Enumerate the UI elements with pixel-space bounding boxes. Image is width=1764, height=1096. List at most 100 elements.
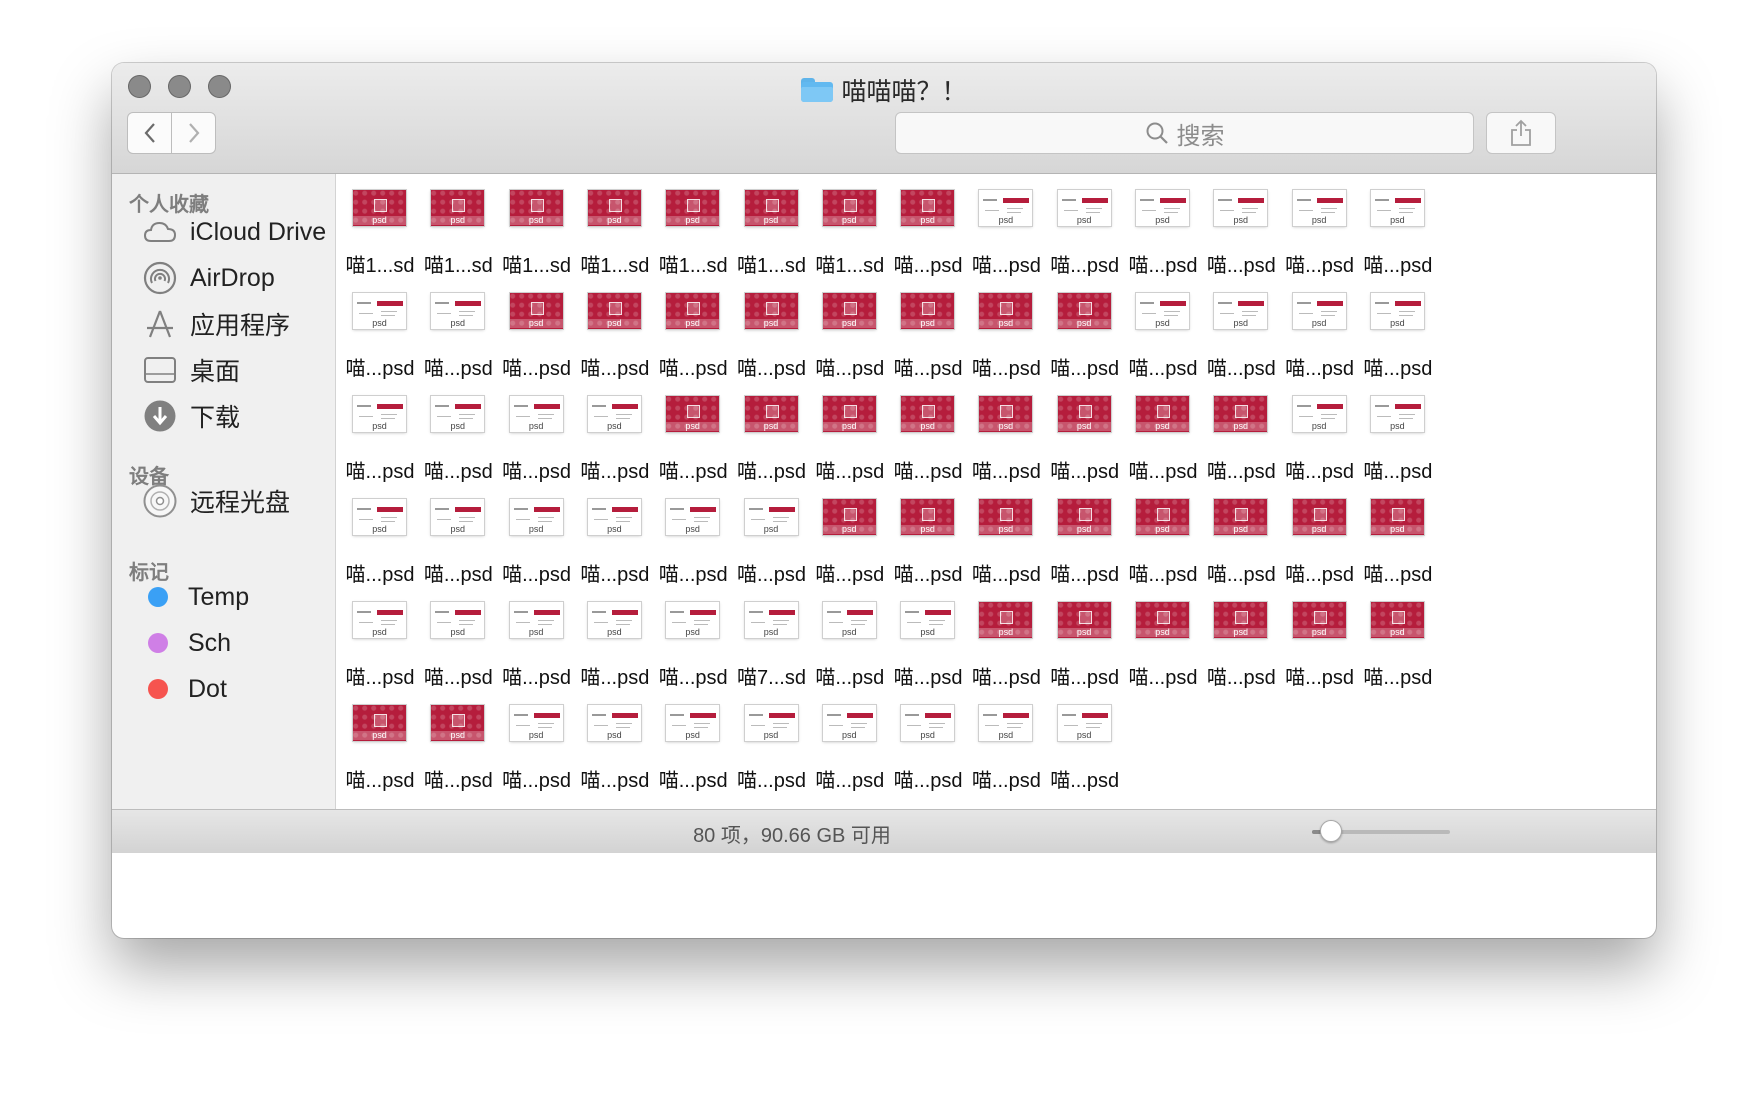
file-item[interactable]: psd 喵...psd bbox=[498, 487, 576, 587]
file-item[interactable]: psd 喵...psd bbox=[419, 487, 497, 587]
sidebar-item-icloud-drive[interactable]: iCloud Drive bbox=[142, 213, 326, 251]
file-item[interactable]: psd 喵...psd bbox=[1046, 178, 1124, 278]
file-thumbnail: psd bbox=[1292, 499, 1346, 535]
file-item[interactable]: psd 喵...psd bbox=[1281, 590, 1359, 690]
file-item[interactable]: psd 喵...psd bbox=[1046, 590, 1124, 690]
file-item[interactable]: psd 喵...psd bbox=[967, 281, 1045, 381]
file-item[interactable]: psd 喵...psd bbox=[419, 281, 497, 381]
sidebar-tag-sch[interactable]: Sch bbox=[142, 624, 231, 662]
sidebar-tag-temp[interactable]: Temp bbox=[142, 578, 249, 616]
file-item[interactable]: psd 喵...psd bbox=[419, 693, 497, 793]
file-item[interactable]: psd 喵...psd bbox=[1359, 384, 1437, 484]
file-item[interactable]: psd 喵...psd bbox=[341, 281, 419, 381]
file-item[interactable]: psd 喵...psd bbox=[1281, 178, 1359, 278]
file-item[interactable]: psd 喵1...sd bbox=[654, 178, 732, 278]
search-field[interactable]: 搜索 bbox=[895, 112, 1474, 154]
sidebar-item-downloads[interactable]: 下载 bbox=[142, 397, 240, 435]
file-item[interactable]: psd 喵...psd bbox=[1281, 487, 1359, 587]
file-item[interactable]: psd 喵...psd bbox=[1202, 590, 1280, 690]
file-item[interactable]: psd 喵...psd bbox=[576, 487, 654, 587]
sidebar-item-remote-disc[interactable]: 远程光盘 bbox=[142, 482, 290, 520]
file-ext-label: psd bbox=[1057, 319, 1111, 328]
file-item[interactable]: psd 喵...psd bbox=[498, 590, 576, 690]
file-item[interactable]: psd 喵...psd bbox=[1124, 384, 1202, 484]
file-item[interactable]: psd 喵...psd bbox=[576, 384, 654, 484]
file-item[interactable]: psd 喵...psd bbox=[654, 693, 732, 793]
file-item[interactable]: psd 喵...psd bbox=[1202, 178, 1280, 278]
file-item[interactable]: psd 喵...psd bbox=[1202, 384, 1280, 484]
file-item[interactable]: psd 喵...psd bbox=[889, 178, 967, 278]
file-item[interactable]: psd 喵...psd bbox=[811, 281, 889, 381]
file-item[interactable]: psd 喵...psd bbox=[341, 590, 419, 690]
file-item[interactable]: psd 喵...psd bbox=[1046, 487, 1124, 587]
file-item[interactable]: psd 喵...psd bbox=[576, 590, 654, 690]
file-item[interactable]: psd 喵...psd bbox=[967, 487, 1045, 587]
file-item[interactable]: psd 喵7...sd bbox=[733, 590, 811, 690]
file-item[interactable]: psd 喵1...sd bbox=[419, 178, 497, 278]
sidebar-item-applications[interactable]: 应用程序 bbox=[142, 305, 290, 343]
file-item[interactable]: psd 喵1...sd bbox=[733, 178, 811, 278]
file-item[interactable]: psd 喵...psd bbox=[1359, 487, 1437, 587]
file-item[interactable]: psd 喵...psd bbox=[1202, 487, 1280, 587]
file-item[interactable]: psd 喵...psd bbox=[889, 281, 967, 381]
file-name: 喵...psd bbox=[737, 358, 806, 380]
forward-button[interactable] bbox=[171, 112, 216, 154]
file-item[interactable]: psd 喵...psd bbox=[1124, 487, 1202, 587]
sidebar-tag-dot[interactable]: Dot bbox=[142, 670, 227, 708]
sidebar-item-desktop[interactable]: 桌面 bbox=[142, 351, 240, 389]
file-item[interactable]: psd 喵...psd bbox=[811, 693, 889, 793]
file-item[interactable]: psd 喵...psd bbox=[811, 590, 889, 690]
file-item[interactable]: psd 喵...psd bbox=[419, 590, 497, 690]
file-thumbnail: psd bbox=[901, 602, 955, 638]
file-item[interactable]: psd 喵...psd bbox=[419, 384, 497, 484]
file-item[interactable]: psd 喵...psd bbox=[889, 693, 967, 793]
file-item[interactable]: psd 喵...psd bbox=[1359, 281, 1437, 381]
file-grid: psd 喵1...sd psd 喵1...sd psd 喵1...sd psd 喵1...sd… bbox=[336, 174, 1656, 809]
file-item[interactable]: psd 喵...psd bbox=[1202, 281, 1280, 381]
file-item[interactable]: psd 喵...psd bbox=[889, 487, 967, 587]
back-button[interactable] bbox=[127, 112, 172, 154]
file-item[interactable]: psd 喵...psd bbox=[1046, 281, 1124, 381]
file-item[interactable]: psd 喵...psd bbox=[654, 590, 732, 690]
file-item[interactable]: psd 喵...psd bbox=[1046, 384, 1124, 484]
file-item[interactable]: psd 喵1...sd bbox=[498, 178, 576, 278]
file-item[interactable]: psd 喵...psd bbox=[967, 590, 1045, 690]
file-item[interactable]: psd 喵...psd bbox=[967, 384, 1045, 484]
file-item[interactable]: psd 喵...psd bbox=[1281, 384, 1359, 484]
file-ext-label: psd bbox=[528, 524, 544, 534]
file-item[interactable]: psd 喵...psd bbox=[889, 590, 967, 690]
file-item[interactable]: psd 喵...psd bbox=[733, 693, 811, 793]
file-item[interactable]: psd 喵...psd bbox=[654, 384, 732, 484]
icon-size-slider-knob[interactable] bbox=[1319, 820, 1342, 842]
file-item[interactable]: psd 喵...psd bbox=[576, 693, 654, 793]
file-item[interactable]: psd 喵...psd bbox=[1281, 281, 1359, 381]
file-item[interactable]: psd 喵...psd bbox=[498, 384, 576, 484]
file-item[interactable]: psd 喵...psd bbox=[733, 487, 811, 587]
file-item[interactable]: psd 喵...psd bbox=[889, 384, 967, 484]
file-item[interactable]: psd 喵1...sd bbox=[341, 178, 419, 278]
file-item[interactable]: psd 喵...psd bbox=[1124, 281, 1202, 381]
file-item[interactable]: psd 喵...psd bbox=[1124, 590, 1202, 690]
share-button[interactable] bbox=[1486, 112, 1556, 154]
file-item[interactable]: psd 喵...psd bbox=[654, 487, 732, 587]
file-item[interactable]: psd 喵...psd bbox=[498, 281, 576, 381]
file-item[interactable]: psd 喵...psd bbox=[811, 384, 889, 484]
file-item[interactable]: psd 喵...psd bbox=[967, 178, 1045, 278]
file-item[interactable]: psd 喵...psd bbox=[1359, 590, 1437, 690]
file-item[interactable]: psd 喵...psd bbox=[341, 693, 419, 793]
file-item[interactable]: psd 喵...psd bbox=[498, 693, 576, 793]
file-item[interactable]: psd 喵...psd bbox=[1046, 693, 1124, 793]
file-item[interactable]: psd 喵...psd bbox=[341, 487, 419, 587]
file-item[interactable]: psd 喵...psd bbox=[733, 281, 811, 381]
file-item[interactable]: psd 喵...psd bbox=[811, 487, 889, 587]
file-item[interactable]: psd 喵1...sd bbox=[811, 178, 889, 278]
file-item[interactable]: psd 喵...psd bbox=[654, 281, 732, 381]
file-item[interactable]: psd 喵...psd bbox=[733, 384, 811, 484]
file-item[interactable]: psd 喵...psd bbox=[1124, 178, 1202, 278]
file-item[interactable]: psd 喵...psd bbox=[576, 281, 654, 381]
file-item[interactable]: psd 喵...psd bbox=[341, 384, 419, 484]
file-item[interactable]: psd 喵1...sd bbox=[576, 178, 654, 278]
file-item[interactable]: psd 喵...psd bbox=[1359, 178, 1437, 278]
sidebar-item-airdrop[interactable]: AirDrop bbox=[142, 259, 275, 297]
file-item[interactable]: psd 喵...psd bbox=[967, 693, 1045, 793]
